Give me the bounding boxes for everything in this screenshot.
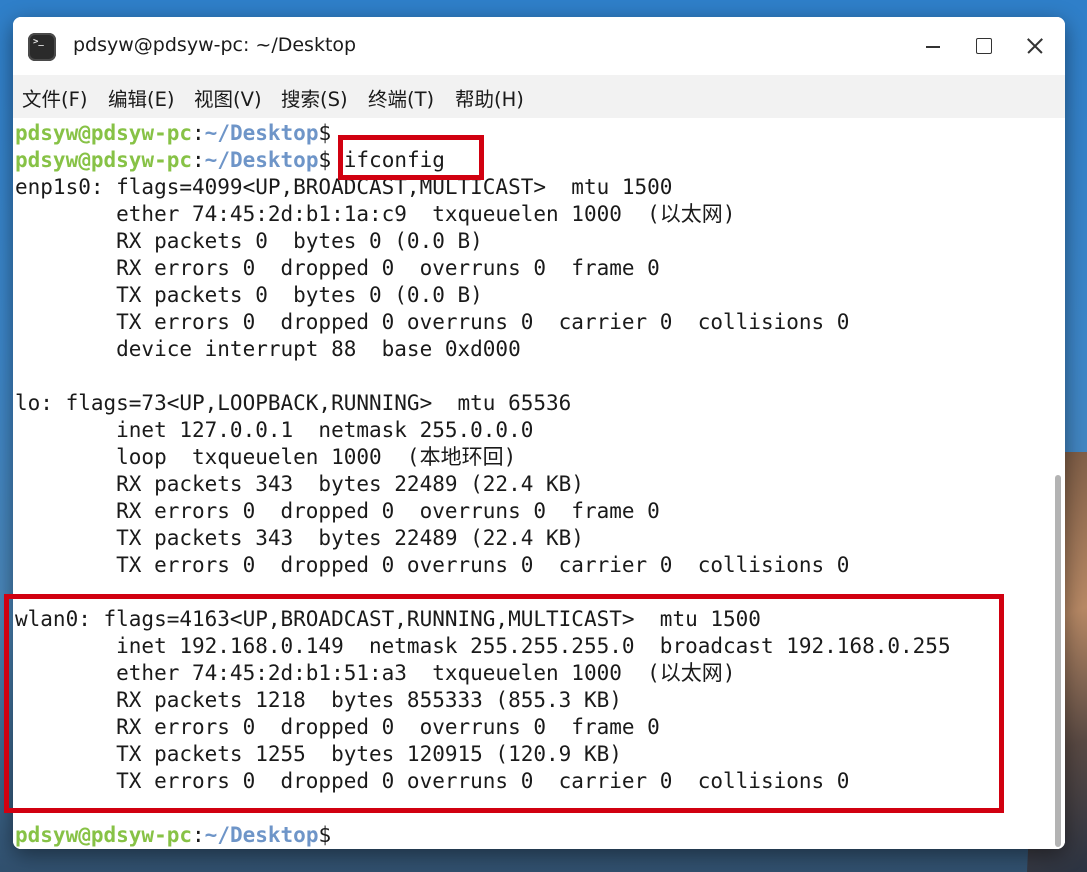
menu-terminal[interactable]: 终端(T) bbox=[368, 83, 434, 112]
menu-search[interactable]: 搜索(S) bbox=[281, 83, 348, 112]
terminal-icon: >_ bbox=[28, 33, 56, 61]
wlan-highlight-box bbox=[4, 594, 1004, 813]
window-title: pdsyw@pdsyw-pc: ~/Desktop bbox=[73, 34, 357, 56]
output-line: RX packets 0 bytes 0 (0.0 B) bbox=[15, 229, 483, 253]
title-bar[interactable]: >_ pdsyw@pdsyw-pc: ~/Desktop bbox=[13, 17, 1065, 75]
menu-file[interactable]: 文件(F) bbox=[22, 83, 87, 112]
maximize-icon[interactable] bbox=[969, 31, 999, 61]
menu-bar: 文件(F) 编辑(E) 视图(V) 搜索(S) 终端(T) 帮助(H) bbox=[13, 75, 1065, 118]
output-line: inet 127.0.0.1 netmask 255.0.0.0 bbox=[15, 418, 534, 442]
prompt-line: pdsyw@pdsyw-pc:~/Desktop$ bbox=[15, 823, 332, 847]
output-line: loop txqueuelen 1000 (本地环回) bbox=[15, 445, 517, 469]
vertical-scrollbar[interactable] bbox=[1055, 475, 1061, 847]
output-line: lo: flags=73<UP,LOOPBACK,RUNNING> mtu 65… bbox=[15, 391, 572, 415]
output-line: RX errors 0 dropped 0 overruns 0 frame 0 bbox=[15, 256, 660, 280]
output-line: device interrupt 88 base 0xd000 bbox=[15, 337, 521, 361]
prompt-line: pdsyw@pdsyw-pc:~/Desktop$ bbox=[15, 121, 332, 145]
minimize-icon[interactable] bbox=[918, 31, 948, 61]
menu-help[interactable]: 帮助(H) bbox=[455, 83, 524, 112]
close-icon[interactable] bbox=[1020, 31, 1050, 61]
output-line: ether 74:45:2d:b1:1a:c9 txqueuelen 1000 … bbox=[15, 202, 736, 226]
menu-edit[interactable]: 编辑(E) bbox=[108, 83, 175, 112]
output-line: TX packets 0 bytes 0 (0.0 B) bbox=[15, 283, 483, 307]
command-highlight-box bbox=[338, 135, 484, 180]
menu-view[interactable]: 视图(V) bbox=[194, 83, 262, 112]
output-line: TX errors 0 dropped 0 overruns 0 carrier… bbox=[15, 310, 850, 334]
output-line: RX packets 343 bytes 22489 (22.4 KB) bbox=[15, 472, 584, 496]
output-line: TX errors 0 dropped 0 overruns 0 carrier… bbox=[15, 553, 850, 577]
output-line: RX errors 0 dropped 0 overruns 0 frame 0 bbox=[15, 499, 660, 523]
output-line: TX packets 343 bytes 22489 (22.4 KB) bbox=[15, 526, 584, 550]
